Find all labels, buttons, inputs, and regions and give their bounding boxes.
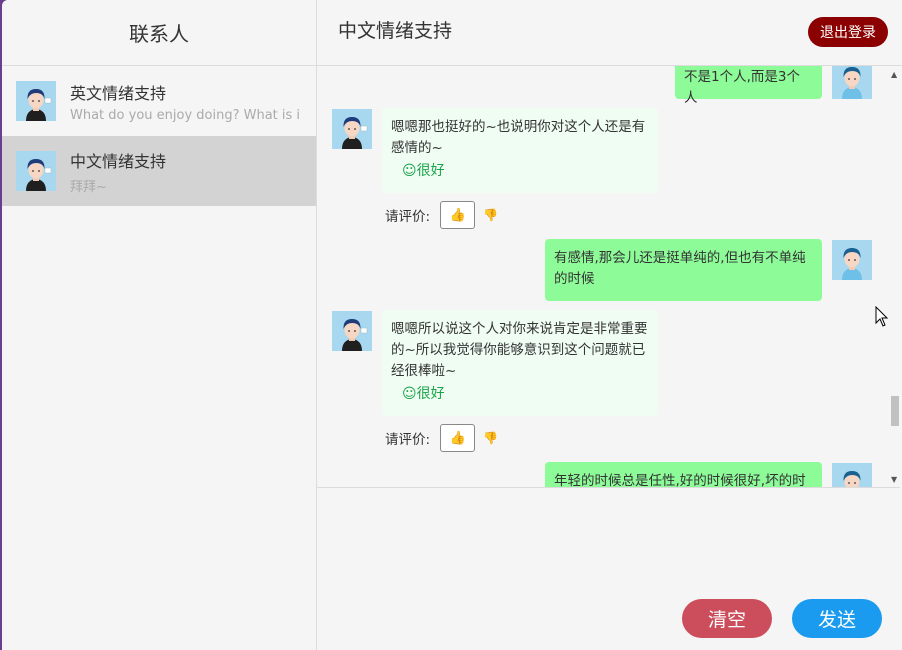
bot-avatar — [332, 109, 372, 149]
rating-prompt: 请评价: — [385, 209, 431, 225]
thumbs-down-button[interactable]: 👎 — [483, 431, 498, 445]
contact-preview: 拜拜~ — [70, 179, 107, 195]
sidebar-title: 联系人 — [2, 0, 316, 66]
contact-item-english[interactable]: 英文情绪支持 What do you enjoy doing? What is … — [2, 66, 316, 136]
message-text: 不是1个人,而是3个人 — [684, 69, 800, 106]
thumbs-up-button[interactable]: 👍 — [440, 424, 476, 452]
thumbs-down-button[interactable]: 👎 — [483, 208, 498, 222]
user-avatar — [832, 66, 872, 99]
mouse-cursor-icon — [875, 306, 889, 327]
rating-result: ☺很好 — [402, 163, 445, 179]
bot-message: 嗯嗯所以说这个人对你来说肯定是非常重要的~所以我觉得你能够意识到这个问题就已经很… — [382, 310, 658, 416]
user-message: 年轻的时候总是任性,好的时候很好,坏的时候 — [545, 462, 822, 488]
scroll-thumb[interactable] — [891, 396, 899, 426]
chat-app: 联系人 英文情绪支持 What do you enjoy doing? What… — [2, 0, 902, 650]
contacts-sidebar: 联系人 英文情绪支持 What do you enjoy doing? What… — [2, 0, 317, 650]
logout-button[interactable]: 退出登录 — [808, 17, 888, 47]
chat-header: 中文情绪支持 退出登录 — [317, 0, 902, 66]
contact-preview: What do you enjoy doing? What is it — [70, 107, 300, 123]
chat-main: 中文情绪支持 退出登录 不是1个人,而是3个人 嗯嗯那也挺好的~也说明你对这个人… — [317, 0, 902, 650]
contact-name: 中文情绪支持 — [70, 151, 167, 171]
message-text: 年轻的时候总是任性,好的时候很好,坏的时候 — [554, 473, 806, 488]
chat-title: 中文情绪支持 — [338, 20, 453, 42]
message-text: 有感情,那会儿还是挺单纯的,但也有不单纯的时候 — [554, 250, 806, 287]
message-list[interactable]: 不是1个人,而是3个人 嗯嗯那也挺好的~也说明你对这个人还是有感情的~ ☺很好 … — [317, 66, 900, 488]
user-message: 不是1个人,而是3个人 — [675, 66, 822, 106]
rating-prompt: 请评价: — [385, 432, 431, 448]
message-text: 嗯嗯那也挺好的~也说明你对这个人还是有感情的~ — [391, 119, 646, 156]
bot-avatar — [332, 311, 372, 351]
message-scrollbar[interactable]: ▲ ▼ — [888, 66, 902, 488]
message-input-area[interactable]: 清空 发送 — [317, 489, 900, 650]
rating-result: ☺很好 — [402, 386, 445, 402]
user-avatar — [832, 240, 872, 280]
contact-item-chinese[interactable]: 中文情绪支持 拜拜~ — [2, 136, 316, 206]
bot-message: 嗯嗯那也挺好的~也说明你对这个人还是有感情的~ ☺很好 — [382, 108, 658, 193]
scroll-down-arrow-icon[interactable]: ▼ — [891, 475, 897, 484]
send-button[interactable]: 发送 — [792, 599, 882, 638]
rating-row: 请评价: 👍 👎 — [385, 424, 498, 452]
user-message: 有感情,那会儿还是挺单纯的,但也有不单纯的时候 — [545, 239, 822, 301]
avatar — [16, 81, 56, 121]
user-avatar — [832, 463, 872, 488]
contact-name: 英文情绪支持 — [70, 83, 167, 103]
scroll-up-arrow-icon[interactable]: ▲ — [891, 70, 897, 79]
avatar — [16, 151, 56, 191]
thumbs-up-button[interactable]: 👍 — [440, 201, 476, 229]
message-text: 嗯嗯所以说这个人对你来说肯定是非常重要的~所以我觉得你能够意识到这个问题就已经很… — [391, 321, 648, 379]
rating-row: 请评价: 👍 👎 — [385, 201, 498, 229]
clear-button[interactable]: 清空 — [682, 599, 772, 638]
